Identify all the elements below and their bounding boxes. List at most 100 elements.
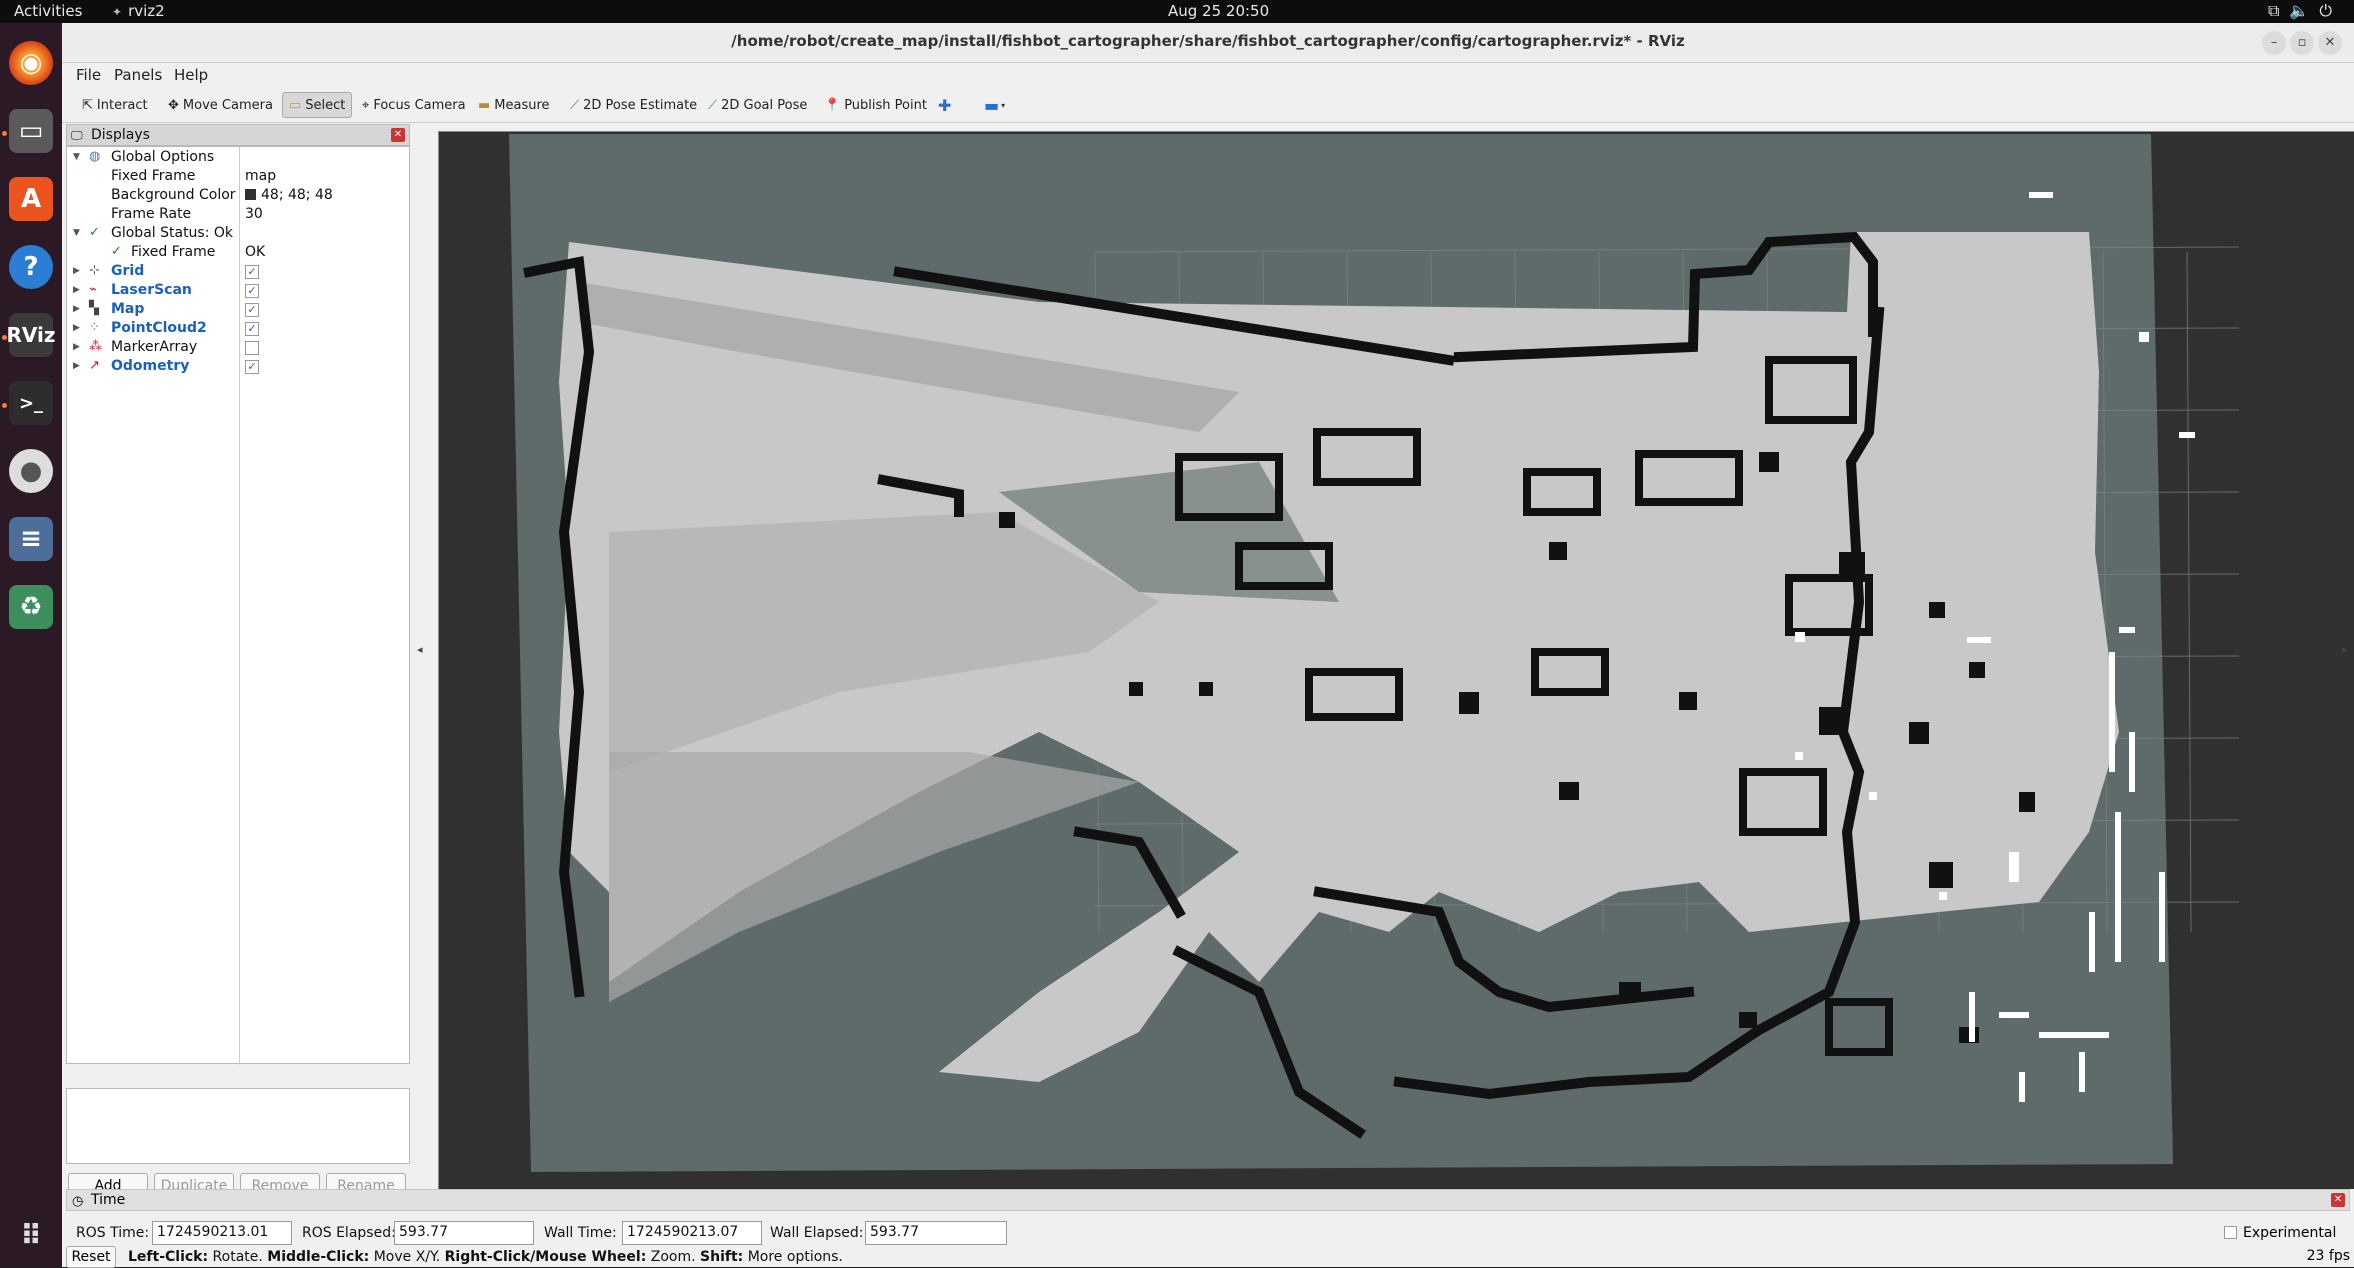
- clock[interactable]: Aug 25 20:50: [1168, 2, 1269, 20]
- wall-elapsed-field[interactable]: 593.77: [865, 1221, 1007, 1245]
- ros-elapsed-field[interactable]: 593.77: [394, 1221, 534, 1245]
- expand-arrow-icon[interactable]: ▶: [73, 266, 80, 276]
- checkbox-box: [2224, 1226, 2237, 1239]
- tree-row-status-fixed-frame[interactable]: ✓ Fixed Frame OK: [67, 244, 409, 263]
- checkmark-icon: ✓: [111, 244, 122, 259]
- tree-row-grid[interactable]: ▶ ⊹ Grid ✓: [67, 263, 409, 282]
- displays-title: Displays: [91, 127, 150, 143]
- maximize-button[interactable]: ▫: [2290, 31, 2314, 55]
- ruler-icon: ▬: [478, 97, 491, 113]
- text-editor-icon[interactable]: ≡: [9, 517, 53, 561]
- firefox-icon[interactable]: ◉: [9, 41, 53, 85]
- hint-text: Move X/Y.: [369, 1249, 445, 1265]
- display-checkbox[interactable]: ✓: [245, 265, 259, 279]
- collapse-left-icon[interactable]: ◂: [417, 643, 423, 656]
- app-menu[interactable]: ✦ rviz2: [112, 2, 165, 20]
- disc-icon[interactable]: ●: [9, 449, 53, 493]
- window-title: /home/robot/create_map/install/fishbot_c…: [731, 32, 1685, 50]
- tree-row-label: Grid: [111, 263, 145, 279]
- close-button[interactable]: ✕: [2318, 31, 2342, 55]
- laser-icon: ⌁: [89, 282, 97, 297]
- odometry-icon: ↗: [89, 358, 100, 373]
- trash-icon[interactable]: ♻: [9, 585, 53, 629]
- tree-row-frame-rate[interactable]: Frame Rate 30: [67, 206, 409, 225]
- tree-row-markerarray[interactable]: ▶ ⁂ MarkerArray: [67, 339, 409, 358]
- publish-point-label: Publish Point: [844, 97, 927, 113]
- display-checkbox[interactable]: [245, 341, 259, 355]
- expand-arrow-icon[interactable]: ▶: [73, 285, 80, 295]
- map-pin-icon: 📍: [824, 97, 841, 113]
- move-camera-label: Move Camera: [182, 97, 273, 113]
- tree-row-fixed-frame[interactable]: Fixed Frame map: [67, 168, 409, 187]
- measure-tool[interactable]: ▬ Measure: [472, 92, 556, 118]
- tree-row-global-options[interactable]: ▼ ◍ Global Options: [67, 149, 409, 168]
- software-store-icon[interactable]: A: [9, 177, 53, 221]
- property-label: Background Color: [111, 187, 236, 203]
- tree-row-label: Global Status: Ok: [111, 225, 234, 241]
- expand-arrow-icon[interactable]: ▶: [73, 342, 80, 352]
- property-value[interactable]: 48; 48; 48: [245, 187, 333, 203]
- wall-time-field[interactable]: 1724590213.07: [622, 1221, 762, 1245]
- move-camera-tool[interactable]: ✥ Move Camera: [162, 92, 279, 118]
- property-value[interactable]: map: [245, 168, 276, 184]
- running-indicator: [2, 335, 7, 340]
- tree-row-odometry[interactable]: ▶ ↗ Odometry ✓: [67, 358, 409, 377]
- displays-panel: 🖵 Displays ✕ ▼ ◍ Global Options Fixed Fr…: [66, 124, 410, 1065]
- display-description-box: [66, 1088, 410, 1164]
- menu-panels[interactable]: Panels: [114, 66, 162, 84]
- display-checkbox[interactable]: ✓: [245, 322, 259, 336]
- terminal-icon[interactable]: >_: [9, 381, 53, 425]
- activities-button[interactable]: Activities: [14, 2, 82, 20]
- focus-camera-tool[interactable]: ⌖ Focus Camera: [356, 92, 472, 118]
- close-panel-icon[interactable]: ✕: [391, 128, 405, 142]
- rviz-icon[interactable]: RViz: [6, 313, 56, 357]
- experimental-checkbox[interactable]: Experimental: [2224, 1225, 2336, 1241]
- files-icon[interactable]: ▭: [9, 109, 53, 153]
- rviz-app-icon: ✦: [112, 5, 123, 19]
- goal-pose-tool[interactable]: ⟋ 2D Goal Pose: [702, 92, 813, 118]
- tree-row-global-status[interactable]: ▼ ✓ Global Status: Ok: [67, 225, 409, 244]
- menu-help[interactable]: Help: [174, 66, 208, 84]
- tree-row-laserscan[interactable]: ▶ ⌁ LaserScan ✓: [67, 282, 409, 301]
- help-icon[interactable]: ?: [9, 245, 53, 289]
- expand-arrow-icon[interactable]: ▼: [73, 152, 80, 162]
- expand-arrow-icon[interactable]: ▼: [73, 228, 80, 238]
- expand-arrow-icon[interactable]: ▶: [73, 304, 80, 314]
- show-apps-icon[interactable]: ⠿: [9, 1213, 53, 1257]
- minimize-button[interactable]: –: [2262, 31, 2286, 55]
- hint-key: Middle-Click:: [267, 1249, 370, 1265]
- publish-point-tool[interactable]: 📍 Publish Point: [818, 92, 933, 118]
- pose-estimate-tool[interactable]: ⟋ 2D Pose Estimate: [564, 92, 703, 118]
- tree-row-label: LaserScan: [111, 282, 192, 298]
- remove-tool-button[interactable]: ▬ ▾: [978, 92, 1011, 118]
- expand-arrow-icon[interactable]: ▶: [73, 361, 80, 371]
- menu-file[interactable]: File: [76, 66, 101, 84]
- tree-row-pointcloud2[interactable]: ▶ ⁘ PointCloud2 ✓: [67, 320, 409, 339]
- time-panel-header: ◷ Time ✕: [66, 1189, 2350, 1211]
- reset-button[interactable]: Reset: [66, 1246, 116, 1268]
- app-name: rviz2: [128, 2, 165, 20]
- close-panel-icon[interactable]: ✕: [2331, 1193, 2345, 1207]
- system-tray[interactable]: ⧉🔈⏻: [2268, 1, 2342, 21]
- display-checkbox[interactable]: ✓: [245, 303, 259, 317]
- render-viewport[interactable]: [438, 131, 2354, 1190]
- wall-elapsed-label: Wall Elapsed:: [770, 1225, 864, 1241]
- system-top-bar: Activities ✦ rviz2 Aug 25 20:50 ⧉🔈⏻: [0, 0, 2354, 23]
- add-tool-button[interactable]: ✚: [932, 92, 957, 118]
- property-value[interactable]: 30: [245, 206, 263, 222]
- wall-time-label: Wall Time:: [544, 1225, 617, 1241]
- display-checkbox[interactable]: ✓: [245, 360, 259, 374]
- display-checkbox[interactable]: ✓: [245, 284, 259, 298]
- interact-tool[interactable]: ⇱ Interact: [76, 92, 154, 118]
- expand-arrow-icon[interactable]: ▶: [73, 323, 80, 333]
- collapse-right-icon[interactable]: ▸: [2342, 643, 2348, 656]
- tree-row-map[interactable]: ▶ ▚ Map ✓: [67, 301, 409, 320]
- select-tool[interactable]: ▭ Select: [282, 92, 353, 118]
- status-hint: Left-Click: Rotate. Middle-Click: Move X…: [128, 1249, 843, 1265]
- hint-key: Right-Click/Mouse Wheel:: [444, 1249, 647, 1265]
- menu-bar: File Panels Help: [62, 63, 2354, 87]
- time-panel-title: Time: [91, 1192, 126, 1208]
- tree-row-background-color[interactable]: Background Color 48; 48; 48: [67, 187, 409, 206]
- running-indicator: [2, 131, 7, 136]
- ros-time-field[interactable]: 1724590213.01: [152, 1221, 292, 1245]
